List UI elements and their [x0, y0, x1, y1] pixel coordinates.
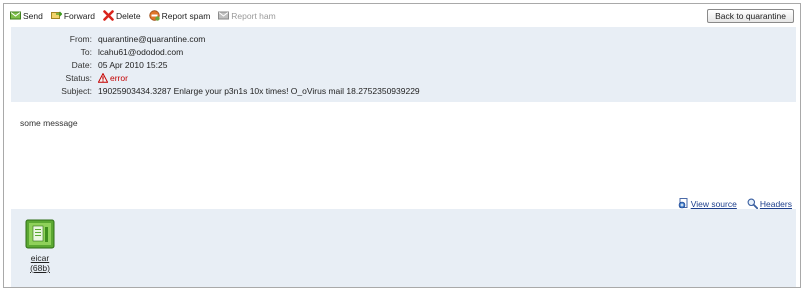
forward-label: Forward	[63, 10, 96, 21]
toolbar: Send Forward Delete Report spam Report h…	[10, 8, 284, 23]
from-row: From: quarantine@quarantine.com	[11, 33, 206, 45]
attachment-name: eicar	[30, 253, 50, 263]
report-ham-icon	[218, 11, 230, 20]
subject-label: Subject:	[61, 86, 92, 96]
from-label: From:	[69, 34, 92, 44]
back-to-quarantine-button[interactable]: Back to quarantine	[707, 9, 794, 23]
subject-value: 19025903434.3287 Enlarge your p3n1s 10x …	[98, 86, 420, 96]
view-source-link[interactable]: View source	[678, 198, 737, 209]
message-links: View source Headers	[668, 198, 792, 209]
attachments-panel: eicar (68b)	[11, 209, 796, 287]
send-icon	[10, 11, 21, 20]
report-ham-button[interactable]: Report ham	[218, 10, 276, 21]
file-icon	[25, 219, 55, 249]
to-value: lcahu61@ododod.com	[98, 47, 184, 57]
report-spam-icon	[148, 10, 160, 21]
headers-icon	[747, 198, 758, 209]
delete-label: Delete	[116, 10, 141, 21]
message-headers: From: quarantine@quarantine.com To: lcah…	[11, 27, 796, 102]
attachment-size: (68b)	[30, 263, 50, 273]
date-label: Date:	[71, 60, 92, 70]
error-icon	[98, 73, 108, 83]
date-value: 05 Apr 2010 15:25	[98, 60, 168, 70]
delete-button[interactable]: Delete	[103, 10, 141, 21]
to-row: To: lcahu61@ododod.com	[11, 46, 184, 58]
delete-icon	[103, 10, 114, 21]
message-viewer: Send Forward Delete Report spam Report h…	[3, 3, 801, 288]
send-button[interactable]: Send	[10, 10, 43, 21]
send-label: Send	[23, 10, 43, 21]
message-body: some message	[20, 118, 78, 128]
status-label: Status:	[65, 73, 92, 83]
date-row: Date: 05 Apr 2010 15:25	[11, 59, 168, 71]
to-label: To:	[80, 47, 92, 57]
headers-link[interactable]: Headers	[747, 198, 792, 209]
attachment-item[interactable]: eicar (68b)	[23, 219, 57, 273]
status-row: Status: error	[11, 72, 128, 84]
report-spam-button[interactable]: Report spam	[148, 10, 211, 21]
report-ham-label: Report ham	[231, 10, 276, 21]
forward-icon	[50, 11, 62, 19]
view-source-icon	[678, 198, 688, 209]
headers-label: Headers	[759, 198, 792, 209]
status-text: error	[110, 73, 128, 83]
report-spam-label: Report spam	[161, 10, 211, 21]
subject-row: Subject: 19025903434.3287 Enlarge your p…	[11, 85, 420, 97]
from-value: quarantine@quarantine.com	[98, 34, 206, 44]
view-source-label: View source	[690, 198, 737, 209]
status-value: error	[98, 73, 128, 83]
forward-button[interactable]: Forward	[50, 10, 96, 21]
